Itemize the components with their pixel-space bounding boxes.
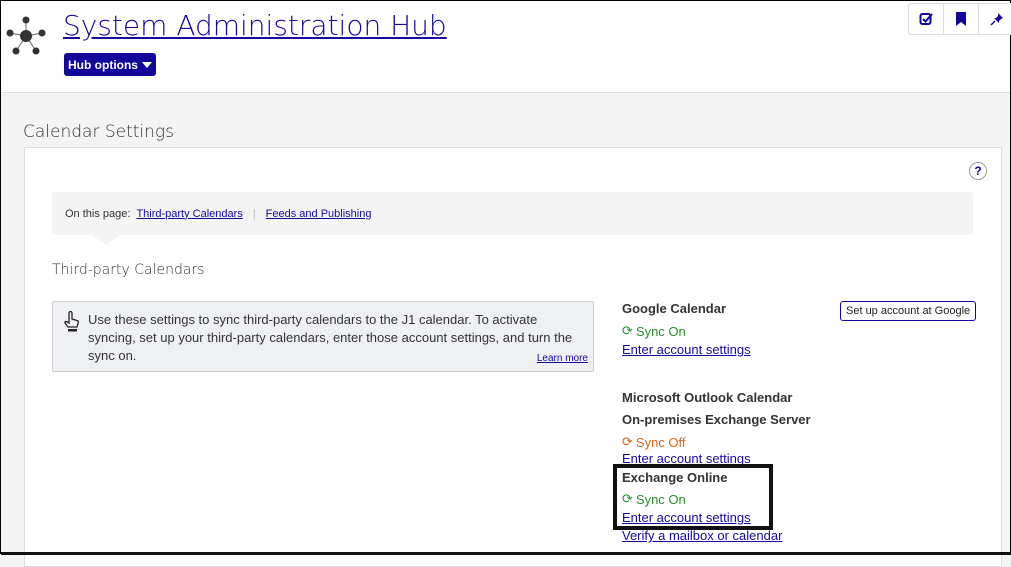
nav-link-third-party[interactable]: Third-party Calendars [136, 208, 242, 220]
google-enter-account-settings-link[interactable]: Enter account settings [622, 342, 751, 357]
nav-separator: | [252, 207, 256, 220]
hub-title-link[interactable]: System Administration Hub [63, 9, 447, 42]
setup-google-account-button[interactable]: Set up account at Google [840, 301, 977, 321]
google-sync-status[interactable]: ⟳ Sync On [622, 323, 751, 339]
outlook-title: Microsoft Outlook Calendar [622, 390, 793, 405]
checklist-icon [919, 13, 933, 25]
caret-down-icon [141, 61, 152, 68]
hub-options-label: Hub options [68, 57, 138, 72]
nav-link-feeds[interactable]: Feeds and Publishing [266, 208, 372, 220]
header: System Administration Hub Hub options [1, 1, 1011, 93]
section-title: Third-party Calendars [52, 262, 205, 278]
pin-icon [989, 13, 1003, 26]
sync-status-label: Sync On [635, 323, 686, 339]
hub-network-icon [6, 16, 46, 55]
learn-more-link[interactable]: Learn more [537, 353, 588, 365]
hub-options-button[interactable]: Hub options [64, 53, 156, 76]
page-title: Calendar Settings [23, 122, 174, 142]
bookmark-icon [956, 12, 966, 26]
info-text: Use these settings to sync third-party c… [88, 312, 573, 363]
pin-button[interactable] [979, 4, 1011, 34]
toolbar [908, 3, 1011, 35]
onprem-title: On-premises Exchange Server [622, 412, 811, 427]
help-button[interactable]: ? [969, 162, 987, 180]
highlight-box [613, 464, 773, 530]
sync-icon: ⟳ [622, 434, 633, 449]
nav-label: On this page: [65, 207, 131, 220]
sync-icon: ⟳ [622, 323, 633, 338]
checklist-button[interactable] [909, 4, 944, 34]
onprem-sync-status[interactable]: ⟳ Sync Off [622, 434, 811, 450]
google-calendar-section: Google Calendar ⟳ Sync On Enter account s… [622, 301, 751, 357]
google-calendar-title: Google Calendar [622, 301, 727, 316]
on-this-page-nav: On this page: Third-party Calendars | Fe… [52, 192, 973, 245]
verify-mailbox-link[interactable]: Verify a mailbox or calendar [622, 528, 811, 543]
pointing-hand-icon [64, 310, 79, 332]
bookmark-button[interactable] [944, 4, 979, 34]
info-box: Use these settings to sync third-party c… [52, 301, 594, 372]
sync-status-label: Sync Off [635, 434, 686, 450]
